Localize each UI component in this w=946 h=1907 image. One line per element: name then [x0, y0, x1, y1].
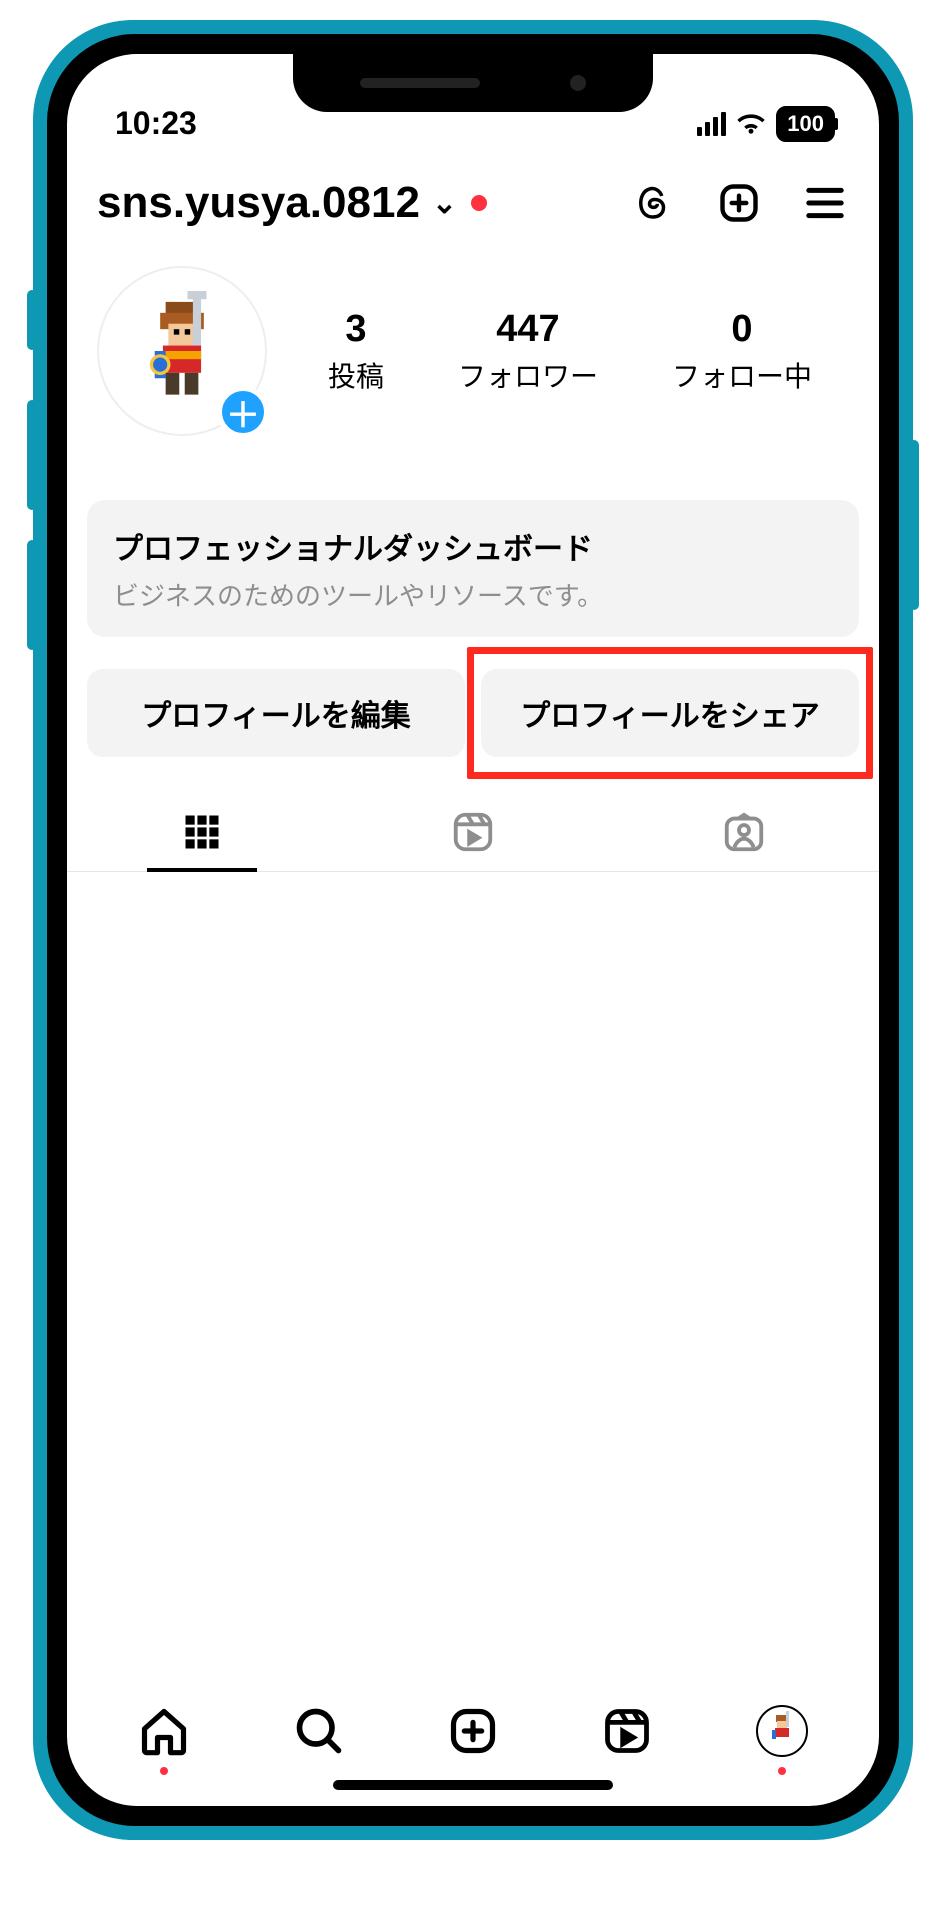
home-indicator[interactable] [333, 1780, 613, 1790]
threads-button[interactable] [629, 179, 677, 227]
reels-icon [601, 1705, 653, 1757]
search-icon [293, 1705, 345, 1757]
content-tabs [67, 793, 879, 872]
add-story-button[interactable]: ＋ [217, 386, 269, 438]
tab-reels[interactable] [338, 793, 609, 871]
dashboard-title: プロフェッショナルダッシュボード [113, 524, 833, 568]
status-time: 10:23 [115, 105, 197, 142]
profile-summary: ＋ 3 投稿 447 フォロワー 0 フォロー中 [67, 248, 879, 460]
stat-label: 投稿 [328, 355, 384, 395]
avatar-pixel-art [127, 291, 237, 411]
content-area [67, 872, 879, 1666]
stat-value: 447 [458, 308, 598, 351]
tab-tagged[interactable] [608, 793, 879, 871]
tagged-icon [721, 809, 767, 855]
nav-search[interactable] [289, 1701, 349, 1761]
notification-dot [471, 195, 487, 211]
phone-frame: 10:23 100 sns.yusya.0812 ⌄ [33, 20, 913, 1840]
plus-icon: ＋ [226, 388, 260, 437]
stat-value: 0 [672, 308, 812, 351]
phone-notch [293, 54, 653, 112]
plus-square-icon [447, 1705, 499, 1757]
username-label: sns.yusya.0812 [97, 178, 420, 228]
share-profile-button[interactable]: プロフィールをシェア [481, 669, 859, 757]
nav-create[interactable] [443, 1701, 503, 1761]
avatar-container[interactable]: ＋ [97, 266, 267, 436]
avatar-icon [756, 1705, 808, 1757]
cellular-icon [697, 112, 726, 136]
reels-icon [450, 809, 496, 855]
chevron-down-icon: ⌄ [432, 186, 457, 221]
side-button [27, 540, 37, 650]
tab-grid[interactable] [67, 793, 338, 871]
stat-label: フォロー中 [672, 355, 812, 395]
username-switcher[interactable]: sns.yusya.0812 ⌄ [97, 178, 487, 228]
grid-icon [180, 810, 224, 854]
create-button[interactable] [715, 179, 763, 227]
battery-indicator: 100 [776, 106, 835, 142]
notification-dot [778, 1767, 786, 1775]
home-icon [138, 1705, 190, 1757]
stat-following[interactable]: 0 フォロー中 [672, 308, 812, 395]
notification-dot [160, 1767, 168, 1775]
hamburger-icon [803, 185, 847, 221]
edit-profile-button[interactable]: プロフィールを編集 [87, 669, 465, 757]
side-button [27, 290, 37, 350]
threads-icon [632, 182, 674, 224]
side-button [909, 440, 919, 610]
side-button [27, 400, 37, 510]
stat-followers[interactable]: 447 フォロワー [458, 308, 598, 395]
dashboard-subtitle: ビジネスのためのツールやリソースです。 [113, 576, 833, 613]
menu-button[interactable] [801, 179, 849, 227]
nav-reels[interactable] [597, 1701, 657, 1761]
wifi-icon [736, 112, 766, 136]
nav-home[interactable] [134, 1701, 194, 1761]
plus-square-icon [717, 181, 761, 225]
profile-header: sns.yusya.0812 ⌄ [67, 154, 879, 248]
stat-posts[interactable]: 3 投稿 [328, 308, 384, 395]
nav-profile[interactable] [752, 1701, 812, 1761]
profile-actions: プロフィールを編集 プロフィールをシェア [67, 669, 879, 757]
stat-value: 3 [328, 308, 384, 351]
stat-label: フォロワー [458, 355, 598, 395]
professional-dashboard-card[interactable]: プロフェッショナルダッシュボード ビジネスのためのツールやリソースです。 [87, 500, 859, 637]
